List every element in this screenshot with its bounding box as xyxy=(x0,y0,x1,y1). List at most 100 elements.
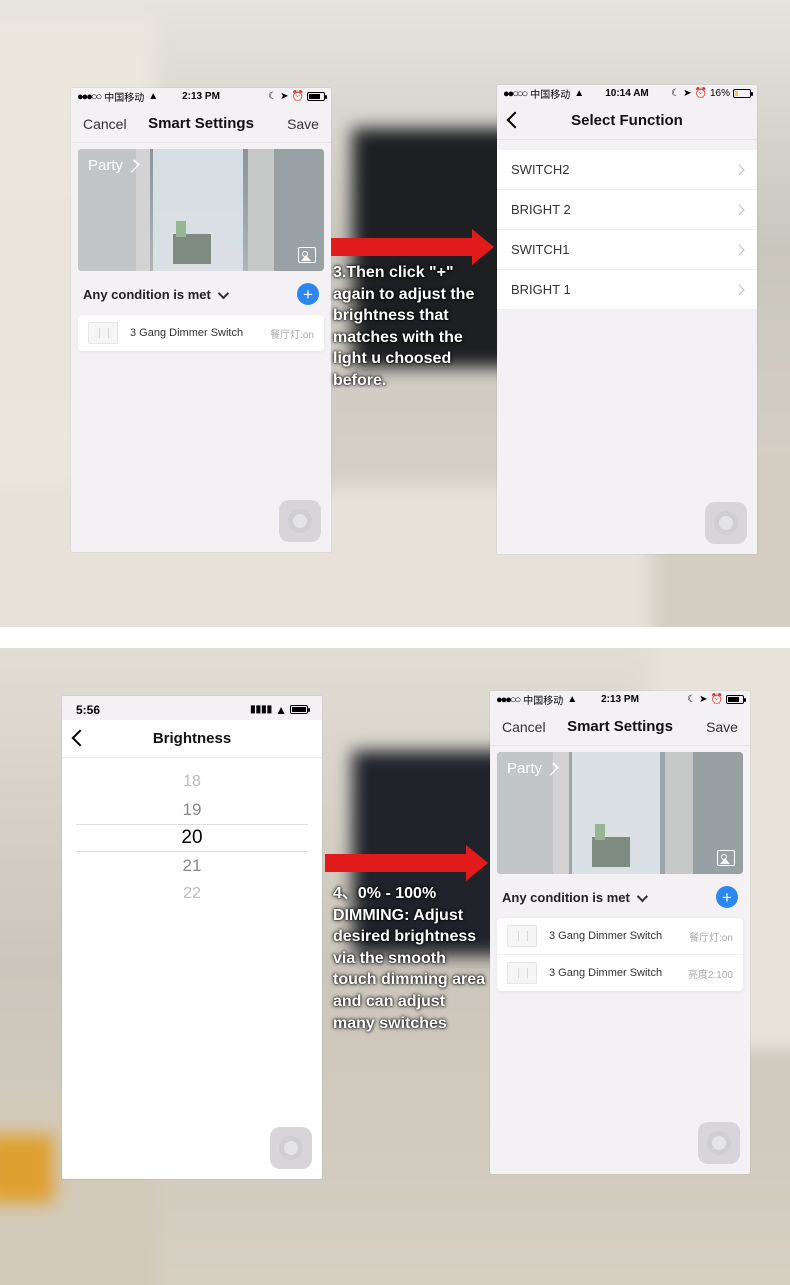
status-bar: ●●●○○ 中国移动 ▲ 2:13 PM ☾ ➤ ⏰ xyxy=(71,88,331,105)
actions-card: 3 Gang Dimmer Switch 餐厅灯:on xyxy=(78,315,324,351)
chevron-left-icon xyxy=(507,111,524,128)
picker-value-selected: 20 xyxy=(181,824,202,852)
condition-button[interactable]: Any condition is met xyxy=(502,890,645,905)
status-time: 2:13 PM xyxy=(182,91,220,102)
condition-label: Any condition is met xyxy=(83,287,211,302)
device-thumb-icon xyxy=(88,322,118,344)
add-condition-button[interactable]: + xyxy=(297,283,319,305)
signal-dots-icon: ●●●○○ xyxy=(496,694,519,706)
chevron-right-icon xyxy=(733,164,744,175)
device-state: 餐厅灯:on xyxy=(689,929,733,944)
condition-label: Any condition is met xyxy=(502,890,630,905)
action-row[interactable]: 3 Gang Dimmer Switch 餐厅灯:on xyxy=(497,918,743,954)
wifi-icon: ▲ xyxy=(574,88,584,99)
nav-bar: Cancel Smart Settings Save xyxy=(490,708,750,746)
scene-hero[interactable]: Party xyxy=(78,149,324,271)
phone-smart-settings: ●●●○○ 中国移动 ▲ 2:13 PM ☾ ➤ ⏰ Cancel Smart … xyxy=(71,88,331,552)
battery-icon xyxy=(290,705,308,714)
save-button[interactable]: Save xyxy=(684,719,738,735)
nav-title: Select Function xyxy=(571,112,683,129)
panel-bottom: 5:56 ▮▮▮▮ ▲ Brightness 18 19 20 21 22 ●●… xyxy=(0,648,790,1285)
battery-icon xyxy=(307,92,325,101)
chevron-left-icon xyxy=(72,729,89,746)
pencil-icon[interactable] xyxy=(545,762,559,776)
picker-value: 18 xyxy=(183,768,201,796)
nav-bar: Select Function xyxy=(497,102,757,140)
scene-hero[interactable]: Party xyxy=(497,752,743,874)
scene-title: Party xyxy=(507,760,558,777)
action-row[interactable]: 3 Gang Dimmer Switch 亮度2:100 xyxy=(497,954,743,991)
device-name: 3 Gang Dimmer Switch xyxy=(549,967,688,979)
device-thumb-icon xyxy=(507,925,537,947)
cancel-button[interactable]: Cancel xyxy=(502,719,556,735)
nav-bar: Cancel Smart Settings Save xyxy=(71,105,331,143)
chevron-right-icon xyxy=(733,244,744,255)
list-item[interactable]: BRIGHT 1 xyxy=(497,270,757,310)
battery-percent: 16% xyxy=(710,88,730,99)
carrier-label: 中国移动 xyxy=(104,89,144,104)
wifi-icon: ▲ xyxy=(148,91,158,102)
wifi-icon: ▲ xyxy=(567,694,577,705)
list-item[interactable]: BRIGHT 2 xyxy=(497,190,757,230)
cancel-button[interactable]: Cancel xyxy=(83,116,137,132)
status-right: ▮▮▮▮ ▲ xyxy=(250,703,308,717)
image-icon[interactable] xyxy=(717,850,735,866)
status-bar: ●●○○○ 中国移动 ▲ 10:14 AM ☾ ➤ ⏰ 16% xyxy=(497,85,757,102)
list-item-label: BRIGHT 2 xyxy=(511,202,571,217)
moon-icon: ☾ xyxy=(268,91,277,102)
list-item-label: SWITCH1 xyxy=(511,242,570,257)
red-arrow-icon xyxy=(325,854,470,872)
nav-title: Brightness xyxy=(153,730,231,747)
chevron-right-icon xyxy=(733,204,744,215)
location-icon: ➤ xyxy=(280,91,288,102)
list-item[interactable]: SWITCH1 xyxy=(497,230,757,270)
alarm-icon: ⏰ xyxy=(292,91,304,102)
brightness-picker[interactable]: 18 19 20 21 22 xyxy=(76,768,308,908)
back-button[interactable] xyxy=(74,731,128,747)
moon-icon: ☾ xyxy=(687,694,696,705)
device-state: 亮度2:100 xyxy=(688,966,733,981)
signal-icon: ▮▮▮▮ xyxy=(250,704,272,715)
assistive-touch-button[interactable] xyxy=(705,502,747,544)
assistive-touch-button[interactable] xyxy=(270,1127,312,1169)
status-bar: ●●●○○ 中国移动 ▲ 2:13 PM ☾ ➤ ⏰ xyxy=(490,691,750,708)
picker-value: 21 xyxy=(183,852,202,880)
phone-select-function: ●●○○○ 中国移动 ▲ 10:14 AM ☾ ➤ ⏰ 16% Select F… xyxy=(497,85,757,554)
picker-value: 22 xyxy=(183,880,201,908)
picker-value: 19 xyxy=(183,796,202,824)
chevron-right-icon xyxy=(733,284,744,295)
device-state: 餐厅灯:on xyxy=(270,326,314,341)
pencil-icon[interactable] xyxy=(126,159,140,173)
nav-bar: Brightness xyxy=(62,720,322,758)
phone-brightness-picker: 5:56 ▮▮▮▮ ▲ Brightness 18 19 20 21 22 xyxy=(62,696,322,1179)
device-name: 3 Gang Dimmer Switch xyxy=(130,327,270,339)
signal-dots-icon: ●●○○○ xyxy=(503,88,526,100)
save-button[interactable]: Save xyxy=(265,116,319,132)
instruction-text: 4、0% - 100% DIMMING: Adjust desired brig… xyxy=(333,883,488,1034)
wifi-icon: ▲ xyxy=(275,703,287,717)
signal-dots-icon: ●●●○○ xyxy=(77,91,100,103)
list-item[interactable]: SWITCH2 xyxy=(497,150,757,190)
carrier-label: 中国移动 xyxy=(523,692,563,707)
actions-card: 3 Gang Dimmer Switch 餐厅灯:on 3 Gang Dimme… xyxy=(497,918,743,991)
condition-header: Any condition is met + xyxy=(71,271,331,315)
list-item-label: BRIGHT 1 xyxy=(511,282,571,297)
carrier-label: 中国移动 xyxy=(530,86,570,101)
assistive-touch-button[interactable] xyxy=(279,500,321,542)
status-time: 2:13 PM xyxy=(601,694,639,705)
image-icon[interactable] xyxy=(298,247,316,263)
assistive-touch-button[interactable] xyxy=(698,1122,740,1164)
scene-title-text: Party xyxy=(88,157,123,174)
back-button[interactable] xyxy=(509,113,563,129)
battery-icon xyxy=(726,695,744,704)
nav-title: Smart Settings xyxy=(567,718,673,735)
add-condition-button[interactable]: + xyxy=(716,886,738,908)
instruction-text: 3.Then click "+" again to adjust the bri… xyxy=(333,262,493,392)
action-row[interactable]: 3 Gang Dimmer Switch 餐厅灯:on xyxy=(78,315,324,351)
scene-title-text: Party xyxy=(507,760,542,777)
condition-header: Any condition is met + xyxy=(490,874,750,918)
status-bar: 5:56 ▮▮▮▮ ▲ xyxy=(62,696,322,720)
status-time: 10:14 AM xyxy=(605,88,649,99)
battery-icon xyxy=(733,89,751,98)
condition-button[interactable]: Any condition is met xyxy=(83,287,226,302)
